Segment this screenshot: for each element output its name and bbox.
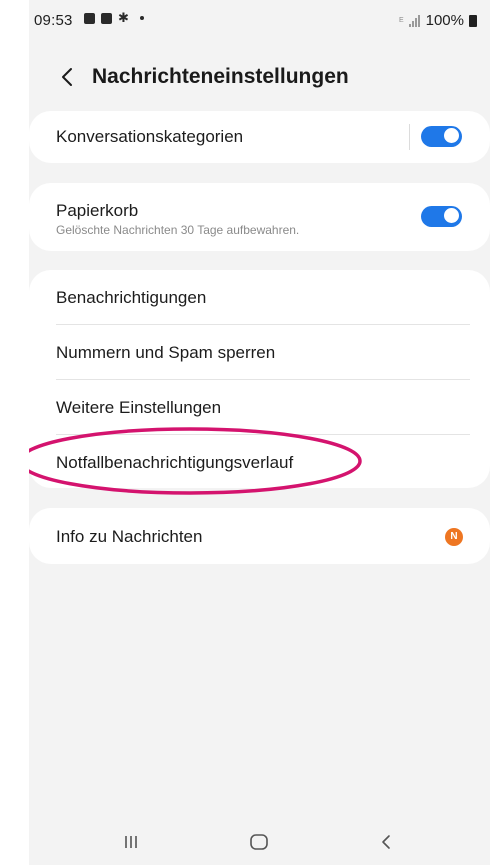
phone-screen: 09:53 ✱ E 100% Nachrichteneinstellungen …	[29, 0, 490, 865]
about-row[interactable]: Info zu Nachrichten N	[29, 508, 490, 564]
gear-icon: ✱	[118, 10, 129, 25]
page-title: Nachrichteneinstellungen	[92, 65, 349, 88]
trash-card: Papierkorb Gelöschte Nachrichten 30 Tage…	[29, 183, 490, 251]
trash-label: Papierkorb	[56, 201, 139, 220]
status-indicators: E 100%	[399, 12, 477, 29]
status-bar: 09:53 ✱ E 100%	[29, 0, 490, 40]
highlight-ellipse	[29, 427, 362, 495]
battery-icon	[469, 14, 477, 27]
chevron-left-icon[interactable]	[57, 66, 79, 88]
menu-item-label: Benachrichtigungen	[56, 288, 207, 307]
conversation-categories-row[interactable]: Konversationskategorien	[29, 111, 490, 163]
menu-item-notifications[interactable]: Benachrichtigungen	[29, 270, 490, 324]
status-time: 09:53	[34, 12, 73, 29]
check-icon	[101, 12, 112, 24]
row-separator	[409, 124, 410, 150]
navigation-bar	[29, 820, 490, 865]
new-badge: N	[445, 528, 463, 546]
network-type: E	[398, 17, 404, 24]
battery-percent: 100%	[425, 12, 464, 29]
recent-apps-icon[interactable]	[117, 828, 145, 856]
trash-description: Gelöschte Nachrichten 30 Tage aufbewahre…	[56, 223, 300, 237]
trash-row[interactable]: Papierkorb Gelöschte Nachrichten 30 Tage…	[29, 183, 490, 251]
about-card: Info zu Nachrichten N	[29, 508, 490, 564]
conversation-categories-label: Konversationskategorien	[56, 127, 244, 146]
menu-item-block-spam[interactable]: Nummern und Spam sperren	[29, 325, 490, 379]
more-notifications-icon	[140, 16, 144, 20]
gallery-icon	[84, 12, 95, 24]
menu-item-label: Nummern und Spam sperren	[56, 343, 276, 362]
about-label: Info zu Nachrichten	[56, 527, 203, 546]
menu-item-label: Weitere Einstellungen	[56, 398, 222, 417]
app-header: Nachrichteneinstellungen	[29, 56, 490, 98]
conversation-categories-card: Konversationskategorien	[29, 111, 490, 163]
notification-icons: ✱	[84, 10, 144, 25]
conversation-categories-toggle[interactable]	[421, 126, 462, 147]
home-icon[interactable]	[245, 828, 273, 856]
back-icon[interactable]	[373, 828, 401, 856]
trash-toggle[interactable]	[421, 206, 462, 227]
signal-icon	[408, 14, 420, 27]
